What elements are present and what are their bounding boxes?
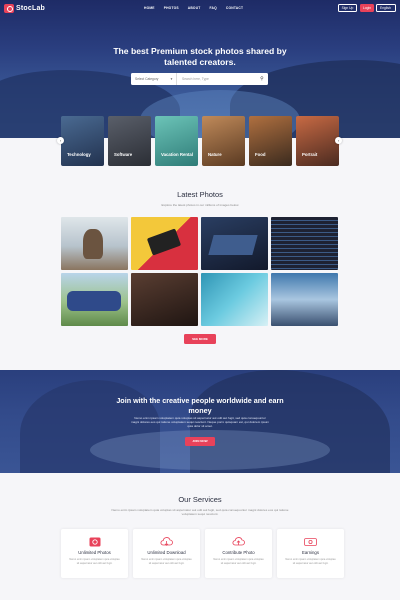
search-input[interactable]: Search here, Type: [177, 77, 256, 81]
nav-link-photos[interactable]: PHOTOS: [164, 6, 179, 10]
see-more-button[interactable]: SEE MORE: [184, 334, 216, 344]
top-navigation: StocLab HOME PHOTOS ABOUT FAQ CONTACT Si…: [0, 0, 400, 18]
login-button[interactable]: Login: [360, 4, 374, 12]
join-title: Join with the creative people worldwide …: [116, 396, 284, 415]
service-text: Nemo enim ipsam voluptatem quia voluptas…: [213, 558, 264, 565]
photo-icon: [61, 537, 128, 547]
services-subtitle: Nemo enim ipsam voluptatem quia voluptas…: [111, 508, 289, 517]
service-card-contribute-photo[interactable]: Contribute Photo Nemo enim ipsam volupta…: [205, 529, 272, 578]
language-label: English: [380, 6, 391, 10]
category-card-nature[interactable]: Nature: [202, 116, 245, 166]
category-card-portrait[interactable]: Portrait: [296, 116, 339, 166]
nav-link-contact[interactable]: CONTACT: [226, 6, 243, 10]
latest-photos-subtitle: Explore the latest photos in our million…: [161, 203, 239, 207]
service-title: Unlimited Download: [147, 550, 186, 555]
category-carousel: Technology Software Vacation Rental Natu…: [61, 116, 339, 166]
join-text: Nemo enim ipsam voluptatem quia voluptas…: [130, 416, 270, 429]
money-icon: [277, 537, 344, 547]
cloud-upload-icon: [205, 537, 272, 547]
language-select[interactable]: English: [376, 4, 396, 12]
category-card-vacation-rental[interactable]: Vacation Rental: [155, 116, 198, 166]
category-label: Technology: [67, 152, 91, 157]
services-list: Unlimited Photos Nemo enim ipsam volupta…: [61, 529, 344, 578]
photo-woman-portrait[interactable]: [131, 273, 198, 326]
latest-photos-title: Latest Photos: [177, 190, 223, 199]
category-label: Software: [114, 152, 133, 157]
category-label: Nature: [208, 152, 222, 157]
cloud-download-icon: [133, 537, 200, 547]
services-title: Our Services: [178, 495, 222, 504]
service-text: Nemo enim ipsam voluptatem quia voluptas…: [285, 558, 336, 565]
photo-mountains[interactable]: [271, 273, 338, 326]
category-select[interactable]: Select Category ▼: [131, 73, 177, 85]
service-card-earnings[interactable]: Earnings Nemo enim ipsam voluptatem quia…: [277, 529, 344, 578]
logo-text: StocLab: [16, 5, 46, 12]
service-card-unlimited-photos[interactable]: Unlimited Photos Nemo enim ipsam volupta…: [61, 529, 128, 578]
search-bar: Select Category ▼ Search here, Type ⚲: [131, 73, 268, 85]
nav-link-about[interactable]: ABOUT: [188, 6, 201, 10]
category-label: Vacation Rental: [161, 152, 193, 157]
category-card-food[interactable]: Food: [249, 116, 292, 166]
photo-cassette[interactable]: [131, 217, 198, 270]
join-now-button[interactable]: JOIN NOW: [185, 437, 215, 446]
logo[interactable]: StocLab: [4, 4, 45, 13]
search-icon[interactable]: ⚲: [256, 76, 268, 82]
category-card-software[interactable]: Software: [108, 116, 151, 166]
service-title: Unlimited Photos: [78, 550, 111, 555]
category-card-technology[interactable]: Technology: [61, 116, 104, 166]
category-label: Portrait: [302, 152, 318, 157]
service-title: Earnings: [302, 550, 319, 555]
photo-team-group[interactable]: [61, 273, 128, 326]
camera-logo-icon: [4, 4, 14, 13]
category-select-label: Select Category: [135, 77, 159, 81]
nav-link-home[interactable]: HOME: [144, 6, 155, 10]
signup-button[interactable]: Sign Up: [338, 4, 357, 12]
carousel-next-arrow-icon[interactable]: ›: [335, 137, 342, 144]
photo-code-screen[interactable]: [271, 217, 338, 270]
hero-title: The best Premium stock photos shared by …: [113, 46, 287, 67]
service-title: Contribute Photo: [222, 550, 255, 555]
photo-grid: [61, 217, 338, 326]
service-card-unlimited-download[interactable]: Unlimited Download Nemo enim ipsam volup…: [133, 529, 200, 578]
nav-links: HOME PHOTOS ABOUT FAQ CONTACT: [144, 6, 243, 10]
service-text: Nemo enim ipsam voluptatem quia voluptas…: [69, 558, 120, 565]
category-label: Food: [255, 152, 266, 157]
carousel-prev-arrow-icon[interactable]: ‹: [57, 137, 64, 144]
photo-deer[interactable]: [61, 217, 128, 270]
chevron-down-icon: ▼: [170, 77, 173, 81]
photo-laptop-desk[interactable]: [201, 217, 268, 270]
photo-surfers[interactable]: [201, 273, 268, 326]
join-background-snow: [90, 430, 330, 470]
service-text: Nemo enim ipsam voluptatem quia voluptas…: [141, 558, 192, 565]
nav-link-faq[interactable]: FAQ: [210, 6, 217, 10]
